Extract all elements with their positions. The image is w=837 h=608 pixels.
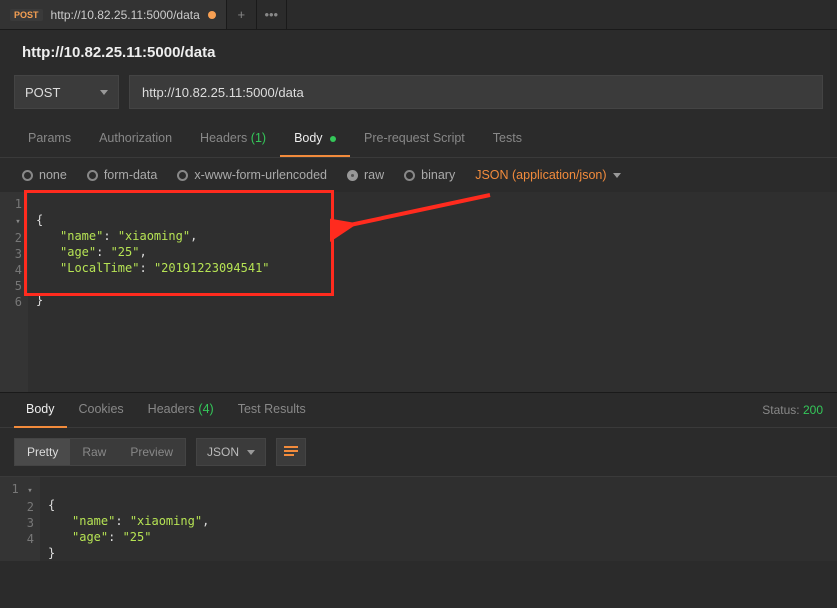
- url-row: POST: [0, 75, 837, 121]
- chevron-down-icon: [100, 90, 108, 95]
- body-present-indicator-icon: [330, 136, 336, 142]
- tab-options-button[interactable]: •••: [257, 0, 287, 29]
- response-body-editor[interactable]: 1 ▾ 2 3 4 { "name": "xiaoming", "age": "…: [0, 476, 837, 561]
- response-tabs: Body Cookies Headers (4) Test Results: [14, 392, 318, 428]
- radio-binary-label: binary: [421, 168, 455, 182]
- tab-params[interactable]: Params: [14, 121, 85, 157]
- radio-raw[interactable]: raw: [347, 168, 384, 182]
- radio-none-label: none: [39, 168, 67, 182]
- tab-body-label: Body: [294, 131, 323, 145]
- tab-tests[interactable]: Tests: [479, 121, 536, 157]
- wrap-lines-button[interactable]: [276, 438, 306, 466]
- tab-pre-request-script[interactable]: Pre-request Script: [350, 121, 479, 157]
- request-body-editor-wrap: 1 ▾ 2 3 4 5 6 { "name": "xiaoming", "age…: [0, 192, 837, 392]
- resp-tab-headers[interactable]: Headers (4): [136, 392, 226, 428]
- request-tab[interactable]: POST http://10.82.25.11:5000/data: [0, 0, 227, 29]
- radio-none[interactable]: none: [22, 168, 67, 182]
- status-label: Status:: [762, 403, 799, 417]
- request-body-editor[interactable]: 1 ▾ 2 3 4 5 6 { "name": "xiaoming", "age…: [0, 192, 837, 392]
- response-status: Status: 200: [762, 403, 823, 417]
- view-preview-button[interactable]: Preview: [118, 439, 185, 465]
- content-type-label: JSON (application/json): [475, 168, 606, 182]
- response-toolbar: Pretty Raw Preview JSON: [0, 428, 837, 476]
- radio-form-data-label: form-data: [104, 168, 158, 182]
- view-raw-button[interactable]: Raw: [70, 439, 118, 465]
- url-input[interactable]: [129, 75, 823, 109]
- tab-title: http://10.82.25.11:5000/data: [51, 8, 200, 22]
- tab-method-badge: POST: [10, 9, 43, 21]
- chevron-down-icon: [247, 450, 255, 455]
- resp-tab-test-results[interactable]: Test Results: [226, 392, 318, 428]
- content-type-select[interactable]: JSON (application/json): [475, 168, 620, 182]
- method-select[interactable]: POST: [14, 75, 119, 109]
- editor-gutter: 1 ▾ 2 3 4 5 6: [0, 192, 28, 392]
- radio-binary[interactable]: binary: [404, 168, 455, 182]
- view-mode-segmented: Pretty Raw Preview: [14, 438, 186, 466]
- response-format-select[interactable]: JSON: [196, 438, 266, 466]
- radio-form-data[interactable]: form-data: [87, 168, 158, 182]
- tab-headers-label: Headers: [200, 131, 247, 145]
- editor-code[interactable]: { "name": "xiaoming", "age": "25", "Loca…: [28, 192, 278, 392]
- resp-tab-body[interactable]: Body: [14, 392, 67, 428]
- response-format-label: JSON: [207, 445, 239, 459]
- request-title: http://10.82.25.11:5000/data: [0, 30, 837, 75]
- tab-bar: POST http://10.82.25.11:5000/data + •••: [0, 0, 837, 30]
- radio-x-www-form-urlencoded[interactable]: x-www-form-urlencoded: [177, 168, 327, 182]
- method-select-value: POST: [25, 85, 60, 100]
- radio-raw-label: raw: [364, 168, 384, 182]
- resp-editor-gutter: 1 ▾ 2 3 4: [0, 477, 40, 561]
- unsaved-indicator-icon: [208, 11, 216, 19]
- resp-tab-cookies[interactable]: Cookies: [67, 392, 136, 428]
- headers-count-badge: (1): [251, 131, 266, 145]
- resp-headers-count-badge: (4): [198, 402, 213, 416]
- tab-headers[interactable]: Headers (1): [186, 121, 280, 157]
- response-header: Body Cookies Headers (4) Test Results St…: [0, 392, 837, 428]
- view-pretty-button[interactable]: Pretty: [15, 439, 70, 465]
- radio-xform-label: x-www-form-urlencoded: [194, 168, 327, 182]
- new-tab-button[interactable]: +: [227, 0, 257, 29]
- wrap-lines-icon: [284, 446, 298, 458]
- chevron-down-icon: [613, 173, 621, 178]
- request-subtabs: Params Authorization Headers (1) Body Pr…: [0, 121, 837, 158]
- resp-editor-code[interactable]: { "name": "xiaoming", "age": "25" }: [40, 477, 217, 561]
- tab-body[interactable]: Body: [280, 121, 350, 157]
- body-type-row: none form-data x-www-form-urlencoded raw…: [0, 158, 837, 192]
- status-value: 200: [803, 403, 823, 417]
- resp-tab-headers-label: Headers: [148, 402, 195, 416]
- tab-authorization[interactable]: Authorization: [85, 121, 186, 157]
